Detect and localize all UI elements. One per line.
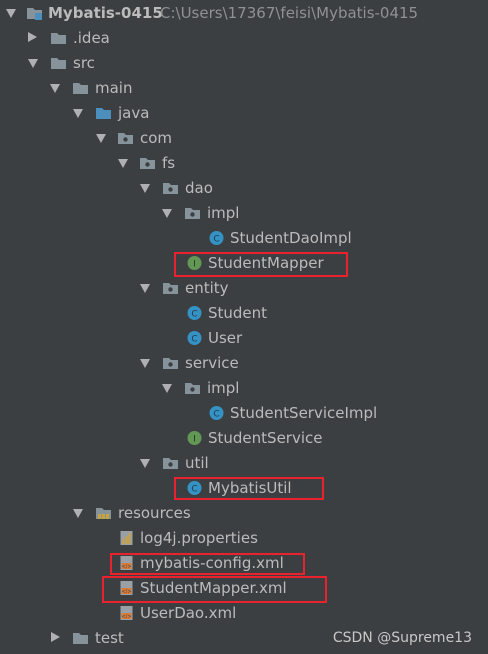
tree-label: resources — [118, 504, 191, 522]
collapse-arrow-icon[interactable] — [73, 109, 83, 118]
package-icon — [140, 158, 155, 169]
tree-row-user[interactable]: C User — [0, 326, 488, 351]
package-icon — [185, 383, 200, 394]
collapse-arrow-icon[interactable] — [96, 134, 106, 143]
svg-text:</>: </> — [121, 614, 131, 620]
collapse-arrow-icon[interactable] — [140, 359, 150, 368]
tree-label: entity — [185, 279, 229, 297]
class-icon: C — [187, 306, 202, 320]
tree-row-src[interactable]: src — [0, 51, 488, 76]
collapse-arrow-icon[interactable] — [28, 59, 38, 68]
tree-row-dao-impl[interactable]: impl — [0, 201, 488, 226]
collapse-arrow-icon[interactable] — [140, 459, 150, 468]
tree-label: java — [118, 104, 150, 122]
xml-file-icon: </> — [120, 606, 133, 620]
collapse-arrow-icon[interactable] — [50, 84, 60, 93]
project-path: C:\Users\17367\feisi\Mybatis-0415 — [160, 4, 419, 22]
tree-label: src — [73, 54, 95, 72]
highlight-box-mybatis-config — [110, 553, 305, 575]
folder-icon — [51, 58, 66, 69]
expand-arrow-icon[interactable] — [51, 632, 60, 642]
tree-row-user-dao-xml[interactable]: </> UserDao.xml — [0, 601, 488, 626]
collapse-arrow-icon[interactable] — [118, 159, 128, 168]
tree-label: service — [185, 354, 239, 372]
tree-label: .idea — [73, 29, 110, 47]
tree-label: User — [208, 329, 243, 347]
collapse-arrow-icon[interactable] — [162, 384, 172, 393]
tree-label: log4j.properties — [140, 529, 258, 547]
expand-arrow-icon[interactable] — [28, 32, 37, 42]
package-icon — [163, 358, 178, 369]
tree-row-dao[interactable]: dao — [0, 176, 488, 201]
highlight-box-student-mapper-xml — [102, 576, 327, 603]
folder-icon — [73, 633, 88, 644]
tree-row-log4j[interactable]: log4j.properties — [0, 526, 488, 551]
tree-label: main — [95, 79, 133, 97]
tree-row-idea[interactable]: .idea — [0, 26, 488, 51]
package-icon — [163, 183, 178, 194]
tree-label: Student — [208, 304, 268, 322]
tree-row-student[interactable]: C Student — [0, 301, 488, 326]
tree-label: UserDao.xml — [140, 604, 237, 622]
tree-row-student-service-impl[interactable]: C StudentServiceImpl — [0, 401, 488, 426]
tree-row-service-impl[interactable]: impl — [0, 376, 488, 401]
svg-text:I: I — [193, 435, 196, 445]
tree-row-student-service[interactable]: I StudentService — [0, 426, 488, 451]
package-icon — [185, 208, 200, 219]
tree-label: fs — [162, 154, 176, 172]
tree-label: impl — [207, 379, 240, 397]
tree-row-com[interactable]: com — [0, 126, 488, 151]
properties-file-icon — [120, 531, 133, 545]
class-icon: C — [209, 406, 224, 420]
collapse-arrow-icon[interactable] — [73, 509, 83, 518]
tree-label: com — [140, 129, 173, 147]
package-icon — [118, 133, 133, 144]
svg-text:C: C — [213, 410, 219, 420]
svg-text:C: C — [213, 235, 219, 245]
interface-icon: I — [187, 431, 202, 445]
class-icon: C — [209, 231, 224, 245]
tree-label: StudentServiceImpl — [230, 404, 378, 422]
tree-label: StudentDaoImpl — [230, 229, 352, 247]
tree-label: util — [185, 454, 209, 472]
tree-row-project[interactable]: Mybatis-0415 C:\Users\17367\feisi\Mybati… — [0, 1, 488, 26]
collapse-arrow-icon[interactable] — [140, 184, 150, 193]
tree-row-entity[interactable]: entity — [0, 276, 488, 301]
tree-row-service[interactable]: service — [0, 351, 488, 376]
collapse-arrow-icon[interactable] — [6, 9, 16, 18]
tree-label: dao — [185, 179, 213, 197]
tree-row-java[interactable]: java — [0, 101, 488, 126]
highlight-box-student-mapper — [174, 252, 348, 277]
tree-label: impl — [207, 204, 240, 222]
tree-row-util[interactable]: util — [0, 451, 488, 476]
resources-folder-icon — [96, 508, 111, 519]
folder-icon — [73, 83, 88, 94]
collapse-arrow-icon[interactable] — [162, 209, 172, 218]
svg-text:C: C — [191, 335, 197, 345]
tree-label: test — [95, 629, 124, 647]
tree-label: StudentService — [208, 429, 323, 447]
tree-row-main[interactable]: main — [0, 76, 488, 101]
project-folder-icon — [27, 8, 42, 20]
package-icon — [163, 283, 178, 294]
watermark: CSDN @Supreme13 — [332, 630, 472, 646]
tree-row-student-dao-impl[interactable]: C StudentDaoImpl — [0, 226, 488, 251]
tree-row-resources[interactable]: resources — [0, 501, 488, 526]
package-icon — [163, 458, 178, 469]
folder-icon — [51, 33, 66, 44]
project-name: Mybatis-0415 — [48, 4, 163, 22]
tree-row-fs[interactable]: fs — [0, 151, 488, 176]
collapse-arrow-icon[interactable] — [140, 284, 150, 293]
source-folder-icon — [96, 108, 111, 119]
class-icon: C — [187, 331, 202, 345]
highlight-box-mybatis-util — [174, 477, 324, 500]
svg-text:C: C — [191, 310, 197, 320]
